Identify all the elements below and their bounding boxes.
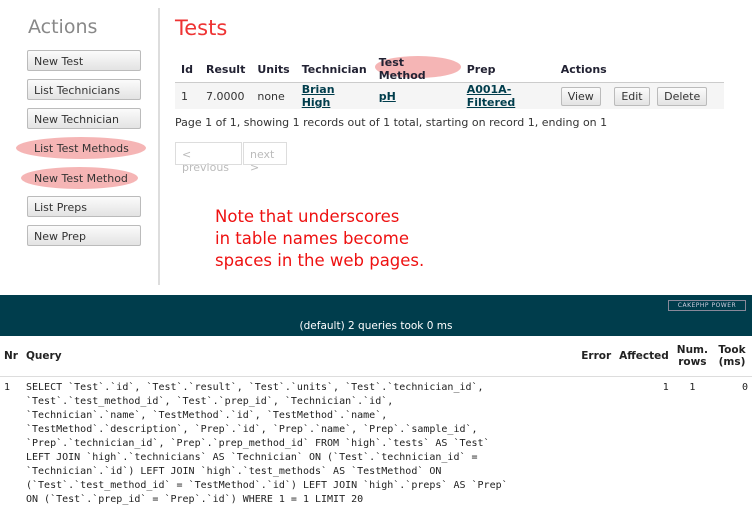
list-technicians-button[interactable]: List Technicians — [27, 79, 141, 100]
cell-test-method: pH — [373, 83, 461, 110]
cell-id: 1 — [175, 83, 200, 110]
col-actions: Actions — [555, 56, 724, 83]
cell-prep: A001A-Filtered — [461, 83, 555, 110]
col-id[interactable]: Id — [175, 56, 200, 83]
cakephp-power-badge: CAKEPHP POWER — [668, 300, 746, 311]
sql-cell-nr: 1 — [0, 377, 22, 507]
sql-col-affected: Affected — [615, 336, 673, 377]
sql-col-error: Error — [577, 336, 615, 377]
col-prep[interactable]: Prep — [461, 56, 555, 83]
tests-table: Id Result Units Technician Test Method P… — [175, 56, 724, 109]
new-test-method-button[interactable]: New Test Method — [27, 167, 141, 188]
sql-col-nr: Nr — [0, 336, 22, 377]
edit-button[interactable]: Edit — [614, 87, 649, 106]
annotation-note: Note that underscores in table names bec… — [215, 206, 424, 272]
cell-actions: View Edit Delete — [555, 83, 724, 110]
list-preps-button[interactable]: List Preps — [27, 196, 141, 217]
page-title: Tests — [175, 16, 227, 40]
actions-heading: Actions — [28, 16, 97, 38]
table-header-row: Id Result Units Technician Test Method P… — [175, 56, 724, 83]
sql-row: 1 SELECT `Test`.`id`, `Test`.`result`, `… — [0, 377, 752, 507]
sql-col-query: Query — [22, 336, 577, 377]
sql-col-num-rows: Num. rows — [673, 336, 712, 377]
prep-link[interactable]: A001A-Filtered — [467, 83, 516, 109]
next-button[interactable]: next > — [243, 142, 287, 165]
list-test-methods-button[interactable]: List Test Methods — [27, 137, 141, 158]
new-prep-button[interactable]: New Prep — [27, 225, 141, 246]
test-method-link[interactable]: pH — [379, 90, 396, 103]
sql-cell-took: 0 — [712, 377, 752, 507]
view-button[interactable]: View — [561, 87, 601, 106]
paging-summary: Page 1 of 1, showing 1 records out of 1 … — [175, 116, 607, 129]
sql-cell-num-rows: 1 — [673, 377, 712, 507]
new-test-button[interactable]: New Test — [27, 50, 141, 71]
sql-col-took: Took (ms) — [712, 336, 752, 377]
col-test-method[interactable]: Test Method — [373, 56, 461, 83]
new-technician-button[interactable]: New Technician — [27, 108, 141, 129]
actions-sidebar: Actions New Test List Technicians New Te… — [0, 0, 160, 285]
sql-cell-error — [577, 377, 615, 507]
sql-header-row: Nr Query Error Affected Num. rows Took (… — [0, 336, 752, 377]
table-row: 1 7.0000 none Brian High pH A001A-Filter… — [175, 83, 724, 110]
cell-result: 7.0000 — [200, 83, 251, 110]
sql-log-table: Nr Query Error Affected Num. rows Took (… — [0, 336, 752, 507]
col-technician[interactable]: Technician — [296, 56, 373, 83]
sql-summary: (default) 2 queries took 0 ms — [0, 320, 752, 332]
cell-technician: Brian High — [296, 83, 373, 110]
sql-cell-affected: 1 — [615, 377, 673, 507]
delete-button[interactable]: Delete — [657, 87, 707, 106]
previous-button[interactable]: < previous — [175, 142, 242, 165]
sql-cell-query: SELECT `Test`.`id`, `Test`.`result`, `Te… — [22, 377, 577, 507]
technician-link[interactable]: Brian High — [302, 83, 335, 109]
sidebar-divider — [158, 8, 160, 285]
col-result[interactable]: Result — [200, 56, 251, 83]
cell-units: none — [251, 83, 295, 110]
col-units[interactable]: Units — [251, 56, 295, 83]
